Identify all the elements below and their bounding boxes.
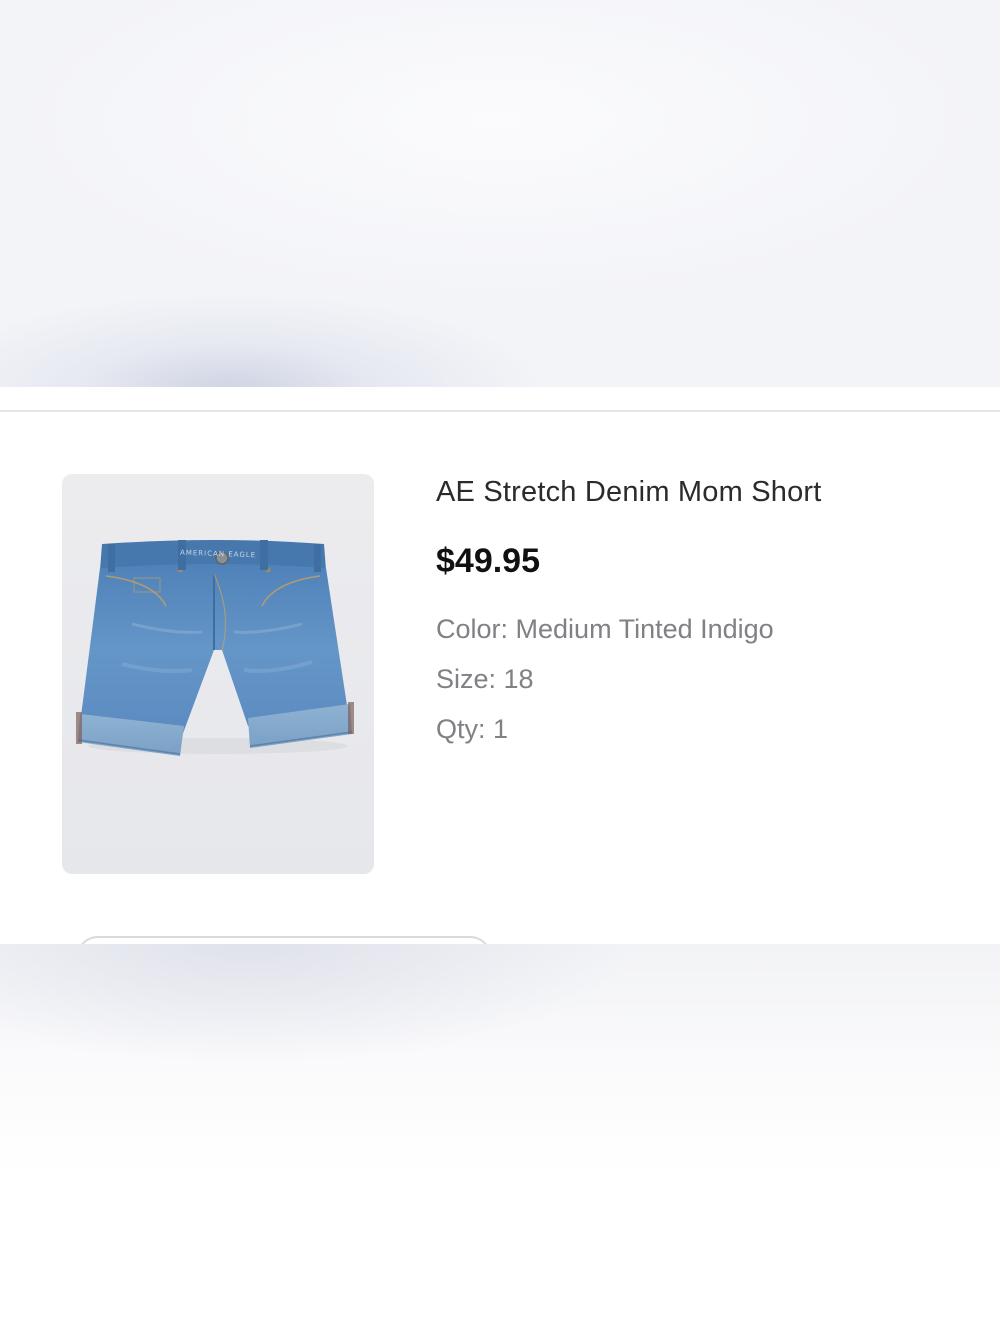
qty-label: Qty:	[436, 714, 494, 744]
color-label: Color:	[436, 614, 516, 644]
size-value: 18	[503, 664, 534, 694]
product-price: $49.95	[436, 542, 540, 580]
denim-shorts-illustration: AMERICAN EAGLE	[76, 540, 354, 756]
product-color: Color: Medium Tinted Indigo	[436, 614, 774, 645]
product-image[interactable]: AMERICAN EAGLE	[62, 474, 374, 874]
qty-value: 1	[493, 714, 509, 744]
order-details-page: AMERICAN EAGLE AE Stretch Denim Mom Shor…	[0, 0, 1000, 1333]
spacer	[0, 387, 1000, 411]
product-title[interactable]: AE Stretch Denim Mom Short	[436, 476, 822, 509]
blurred-footer-glow	[0, 944, 1000, 1333]
color-value: Medium Tinted Indigo	[515, 614, 774, 644]
product-quantity: Qty: 1	[436, 714, 508, 745]
product-size: Size: 18	[436, 664, 534, 695]
section-divider	[0, 410, 1000, 412]
size-label: Size:	[436, 664, 504, 694]
blurred-header-area	[0, 0, 1000, 387]
